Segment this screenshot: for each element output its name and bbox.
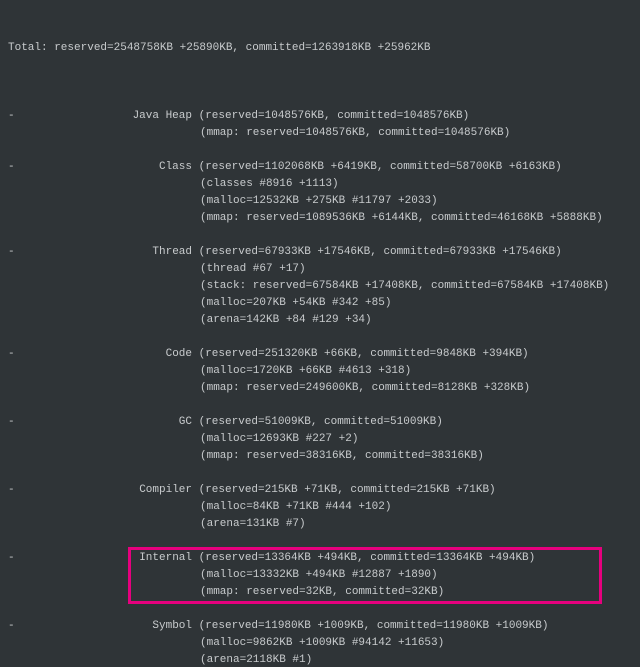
section-detail: (mmap: reserved=1048576KB, committed=104…	[8, 125, 632, 142]
detail-text: (mmap: reserved=32KB, committed=32KB)	[200, 586, 444, 598]
section-detail: (malloc=9862KB +1009KB #94142 +11653)	[8, 635, 632, 652]
section-header: -Compiler (reserved=215KB +71KB, committ…	[8, 482, 632, 499]
section-detail: (arena=131KB #7)	[8, 516, 632, 533]
section-label: Compiler	[16, 482, 192, 499]
detail-text: (classes #8916 +1113)	[200, 178, 339, 190]
dash-icon: -	[8, 346, 16, 363]
detail-text: (mmap: reserved=1089536KB +6144KB, commi…	[200, 212, 603, 224]
section-main: (reserved=13364KB +494KB, committed=1336…	[199, 552, 536, 564]
nmt-section-internal: -Internal (reserved=13364KB +494KB, comm…	[8, 550, 632, 601]
section-detail: (malloc=12693KB #227 +2)	[8, 431, 632, 448]
total-line: Total: reserved=2548758KB +25890KB, comm…	[8, 40, 632, 57]
section-detail: (mmap: reserved=1089536KB +6144KB, commi…	[8, 210, 632, 227]
section-label: Internal	[16, 550, 192, 567]
detail-text: (mmap: reserved=38316KB, committed=38316…	[200, 450, 484, 462]
section-detail: (thread #67 +17)	[8, 261, 632, 278]
nmt-section-thread: -Thread (reserved=67933KB +17546KB, comm…	[8, 244, 632, 329]
detail-text: (thread #67 +17)	[200, 263, 306, 275]
section-detail: (classes #8916 +1113)	[8, 176, 632, 193]
dash-icon: -	[8, 618, 16, 635]
dash-icon: -	[8, 244, 16, 261]
section-main: (reserved=51009KB, committed=51009KB)	[199, 416, 443, 428]
section-main: (reserved=251320KB +66KB, committed=9848…	[199, 348, 529, 360]
section-detail: (mmap: reserved=38316KB, committed=38316…	[8, 448, 632, 465]
section-header: -Internal (reserved=13364KB +494KB, comm…	[8, 550, 632, 567]
section-detail: (malloc=13332KB +494KB #12887 +1890)	[8, 567, 632, 584]
section-main: (reserved=215KB +71KB, committed=215KB +…	[199, 484, 496, 496]
section-detail: (stack: reserved=67584KB +17408KB, commi…	[8, 278, 632, 295]
section-label: GC	[16, 414, 192, 431]
detail-text: (stack: reserved=67584KB +17408KB, commi…	[200, 280, 609, 292]
nmt-section-code: -Code (reserved=251320KB +66KB, committe…	[8, 346, 632, 397]
section-main: (reserved=11980KB +1009KB, committed=119…	[199, 620, 549, 632]
section-label: Class	[16, 159, 192, 176]
detail-text: (arena=131KB #7)	[200, 518, 306, 530]
detail-text: (malloc=9862KB +1009KB #94142 +11653)	[200, 637, 444, 649]
nmt-output: Total: reserved=2548758KB +25890KB, comm…	[0, 0, 640, 667]
detail-text: (malloc=13332KB +494KB #12887 +1890)	[200, 569, 438, 581]
section-detail: (arena=142KB +84 #129 +34)	[8, 312, 632, 329]
detail-text: (mmap: reserved=249600KB, committed=8128…	[200, 382, 530, 394]
detail-text: (malloc=12693KB #227 +2)	[200, 433, 358, 445]
section-label: Symbol	[16, 618, 192, 635]
section-header: -Symbol (reserved=11980KB +1009KB, commi…	[8, 618, 632, 635]
nmt-section-java-heap: -Java Heap (reserved=1048576KB, committe…	[8, 108, 632, 142]
dash-icon: -	[8, 482, 16, 499]
dash-icon: -	[8, 108, 16, 125]
detail-text: (arena=142KB +84 #129 +34)	[200, 314, 372, 326]
detail-text: (malloc=207KB +54KB #342 +85)	[200, 297, 391, 309]
section-header: -Class (reserved=1102068KB +6419KB, comm…	[8, 159, 632, 176]
section-detail: (malloc=207KB +54KB #342 +85)	[8, 295, 632, 312]
nmt-section-symbol: -Symbol (reserved=11980KB +1009KB, commi…	[8, 618, 632, 667]
dash-icon: -	[8, 414, 16, 431]
section-header: -Thread (reserved=67933KB +17546KB, comm…	[8, 244, 632, 261]
section-main: (reserved=1048576KB, committed=1048576KB…	[199, 110, 470, 122]
detail-text: (malloc=12532KB +275KB #11797 +2033)	[200, 195, 438, 207]
detail-text: (arena=2118KB #1)	[200, 654, 312, 666]
section-header: -Java Heap (reserved=1048576KB, committe…	[8, 108, 632, 125]
section-detail: (malloc=12532KB +275KB #11797 +2033)	[8, 193, 632, 210]
detail-text: (malloc=1720KB +66KB #4613 +318)	[200, 365, 411, 377]
section-label: Thread	[16, 244, 192, 261]
section-detail: (malloc=1720KB +66KB #4613 +318)	[8, 363, 632, 380]
section-main: (reserved=67933KB +17546KB, committed=67…	[199, 246, 562, 258]
nmt-section-gc: -GC (reserved=51009KB, committed=51009KB…	[8, 414, 632, 465]
section-detail: (mmap: reserved=249600KB, committed=8128…	[8, 380, 632, 397]
section-detail: (malloc=84KB +71KB #444 +102)	[8, 499, 632, 516]
section-main: (reserved=1102068KB +6419KB, committed=5…	[199, 161, 562, 173]
detail-text: (malloc=84KB +71KB #444 +102)	[200, 501, 391, 513]
section-header: -Code (reserved=251320KB +66KB, committe…	[8, 346, 632, 363]
section-header: -GC (reserved=51009KB, committed=51009KB…	[8, 414, 632, 431]
nmt-section-class: -Class (reserved=1102068KB +6419KB, comm…	[8, 159, 632, 227]
detail-text: (mmap: reserved=1048576KB, committed=104…	[200, 127, 510, 139]
section-detail: (arena=2118KB #1)	[8, 652, 632, 667]
section-label: Java Heap	[16, 108, 192, 125]
dash-icon: -	[8, 550, 16, 567]
section-label: Code	[16, 346, 192, 363]
nmt-section-compiler: -Compiler (reserved=215KB +71KB, committ…	[8, 482, 632, 533]
dash-icon: -	[8, 159, 16, 176]
section-detail: (mmap: reserved=32KB, committed=32KB)	[8, 584, 632, 601]
